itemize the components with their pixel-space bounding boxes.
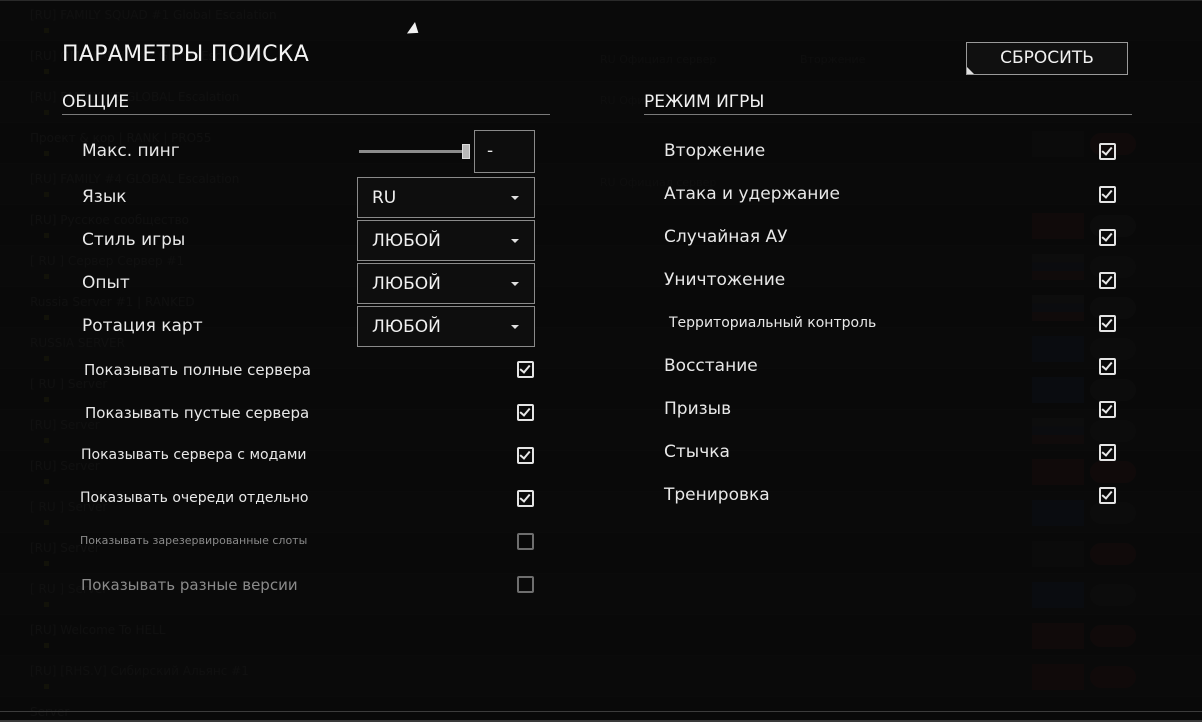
option-label-empty-servers: Показывать пустые сервера [85, 404, 310, 422]
chevron-down-icon [511, 325, 519, 329]
chevron-down-icon [511, 282, 519, 286]
checkmark-icon [1101, 488, 1113, 500]
mode-label-skirmish: Стычка [664, 442, 730, 462]
game-style-select-value: ЛЮБОЙ [372, 231, 441, 251]
checkmark-icon [519, 448, 531, 460]
general-heading: ОБЩИЕ [62, 92, 130, 112]
bottom-divider [0, 711, 1202, 712]
checkbox-mode-insurgency[interactable] [1099, 358, 1116, 375]
option-label-reserved-slots: Показывать зарезервированные слоты [80, 534, 308, 547]
checkbox-modded-servers[interactable] [517, 447, 534, 464]
checkbox-mode-raas[interactable] [1099, 229, 1116, 246]
checkmark-icon [1101, 316, 1113, 328]
max-ping-label: Макс. пинг [82, 141, 180, 161]
checkbox-queues-separately[interactable] [517, 490, 534, 507]
option-label-full-servers: Показывать полные сервера [84, 361, 311, 379]
mode-label-training: Тренировка [664, 485, 770, 505]
game-style-select[interactable]: ЛЮБОЙ [357, 220, 535, 261]
mode-label-insurgency: Восстание [664, 356, 758, 376]
experience-select[interactable]: ЛЮБОЙ [357, 263, 535, 304]
option-label-different-versions: Показывать разные версии [81, 576, 298, 594]
checkbox-mode-destruction[interactable] [1099, 272, 1116, 289]
game-style-label: Стиль игры [82, 230, 186, 250]
mode-label-destruction: Уничтожение [664, 270, 786, 290]
option-label-modded-servers: Показывать сервера с модами [81, 447, 307, 463]
checkbox-full-servers[interactable] [517, 361, 534, 378]
checkbox-mode-aas[interactable] [1099, 186, 1116, 203]
experience-select-value: ЛЮБОЙ [372, 274, 441, 294]
checkmark-icon [1101, 402, 1113, 414]
checkbox-mode-training[interactable] [1099, 487, 1116, 504]
page-title: ПАРАМЕТРЫ ПОИСКА [62, 42, 310, 67]
checkmark-icon [1101, 230, 1113, 242]
checkbox-different-versions[interactable] [517, 576, 534, 593]
mode-label-raas: Случайная АУ [664, 227, 788, 247]
mode-label-aas: Атака и удержание [664, 184, 840, 204]
language-select-value: RU [372, 188, 397, 208]
checkbox-mode-invasion[interactable] [1099, 143, 1116, 160]
checkbox-mode-skirmish[interactable] [1099, 444, 1116, 461]
checkbox-empty-servers[interactable] [517, 404, 534, 421]
checkmark-icon [1101, 187, 1113, 199]
checkmark-icon [1101, 144, 1113, 156]
checkmark-icon [519, 491, 531, 503]
checkmark-icon [1101, 445, 1113, 457]
chevron-down-icon [511, 196, 519, 200]
game-mode-divider [644, 114, 1132, 115]
max-ping-input[interactable]: - [474, 130, 535, 173]
checkbox-mode-conscription[interactable] [1099, 401, 1116, 418]
map-rotation-label: Ротация карт [82, 316, 203, 336]
corner-marker-icon [967, 67, 974, 74]
experience-label: Опыт [82, 273, 130, 293]
game-mode-heading: РЕЖИМ ИГРЫ [644, 92, 765, 112]
map-rotation-select-value: ЛЮБОЙ [372, 317, 441, 337]
mode-label-invasion: Вторжение [664, 141, 766, 161]
checkmark-icon [1101, 273, 1113, 285]
max-ping-slider[interactable] [359, 150, 465, 153]
reset-button-label: СБРОСИТЬ [1000, 48, 1094, 68]
option-label-queues-separately: Показывать очереди отдельно [80, 490, 309, 506]
map-rotation-select[interactable]: ЛЮБОЙ [357, 306, 535, 347]
checkbox-mode-territory-control[interactable] [1099, 315, 1116, 332]
checkmark-icon [519, 362, 531, 374]
chevron-down-icon [511, 239, 519, 243]
max-ping-slider-handle[interactable] [462, 144, 470, 159]
language-select[interactable]: RU [357, 177, 535, 218]
mode-label-conscription: Призыв [664, 399, 732, 419]
checkmark-icon [519, 405, 531, 417]
checkbox-reserved-slots[interactable] [517, 533, 534, 550]
language-label: Язык [82, 187, 127, 207]
general-divider [62, 114, 550, 115]
reset-button[interactable]: СБРОСИТЬ [966, 42, 1128, 75]
mode-label-territory-control: Территориальный контроль [669, 315, 877, 331]
checkmark-icon [1101, 359, 1113, 371]
